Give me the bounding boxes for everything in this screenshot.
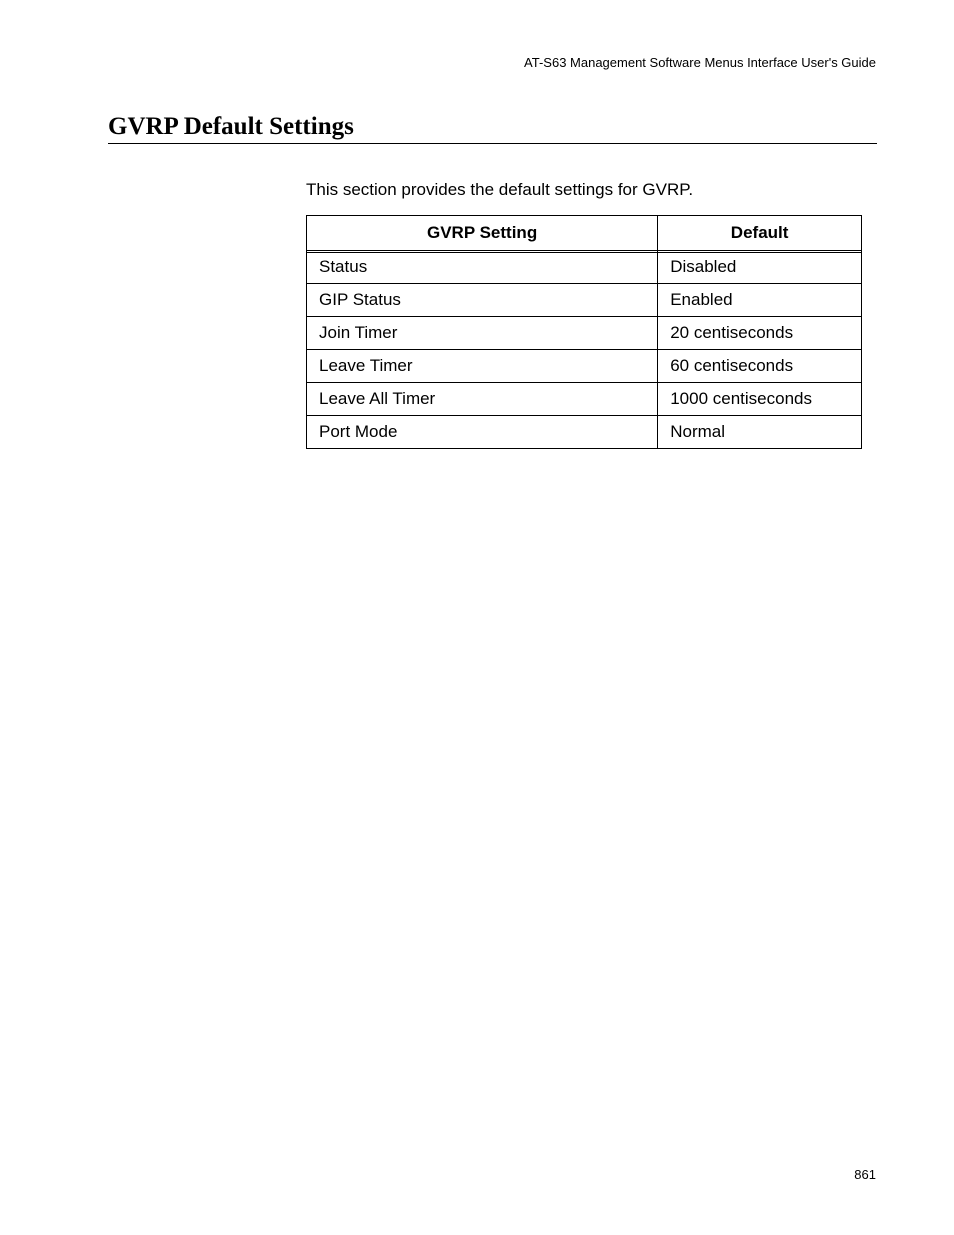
cell-setting: GIP Status [307,284,658,317]
table-header-setting: GVRP Setting [307,216,658,251]
table-row: Status Disabled [307,251,862,284]
cell-default: Enabled [658,284,862,317]
table-row: Leave All Timer 1000 centiseconds [307,383,862,416]
table-header-default: Default [658,216,862,251]
cell-setting: Port Mode [307,416,658,449]
section-intro: This section provides the default settin… [306,180,693,200]
table-row: Port Mode Normal [307,416,862,449]
cell-setting: Join Timer [307,317,658,350]
cell-setting: Status [307,251,658,284]
table-row: Join Timer 20 centiseconds [307,317,862,350]
title-underline [108,143,877,144]
table-row: Leave Timer 60 centiseconds [307,350,862,383]
table-header-row: GVRP Setting Default [307,216,862,251]
gvrp-settings-table: GVRP Setting Default Status Disabled GIP… [306,215,862,449]
section-title: GVRP Default Settings [108,113,354,141]
cell-default: 20 centiseconds [658,317,862,350]
cell-default: 1000 centiseconds [658,383,862,416]
cell-default: Disabled [658,251,862,284]
cell-default: 60 centiseconds [658,350,862,383]
cell-default: Normal [658,416,862,449]
page-number: 861 [854,1167,876,1182]
cell-setting: Leave All Timer [307,383,658,416]
cell-setting: Leave Timer [307,350,658,383]
table-row: GIP Status Enabled [307,284,862,317]
header-guide-title: AT-S63 Management Software Menus Interfa… [524,55,876,70]
